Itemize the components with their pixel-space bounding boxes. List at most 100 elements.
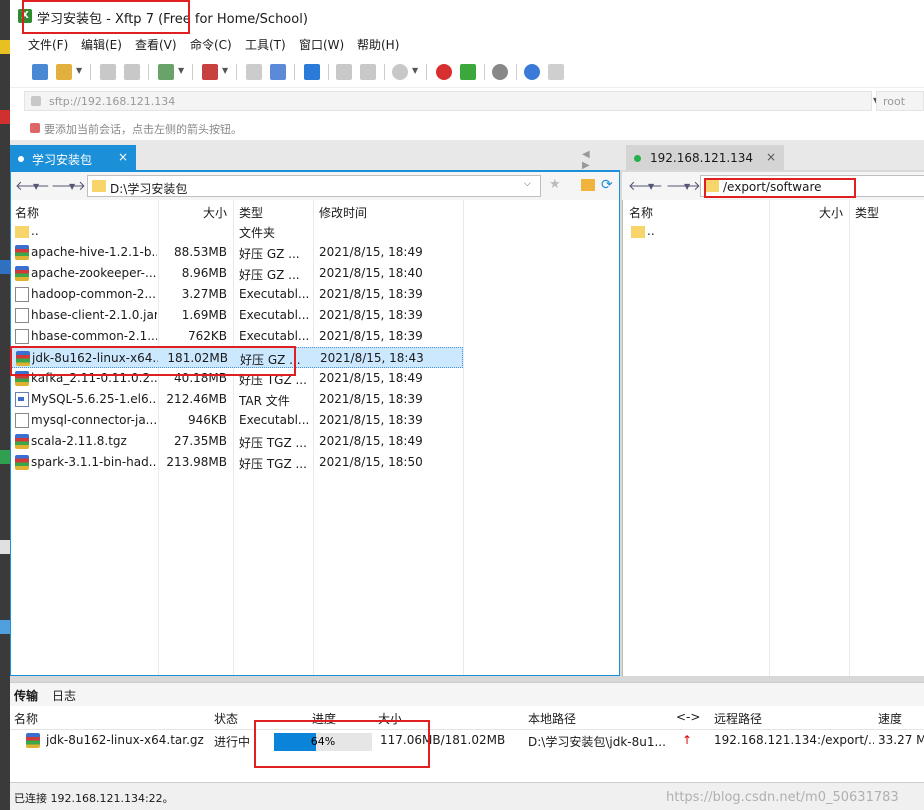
- file-size: 213.98MB: [166, 455, 227, 469]
- tab-local-folder[interactable]: 学习安装包 ×: [10, 145, 136, 170]
- tab-log[interactable]: 日志: [52, 687, 76, 704]
- connection-status-text: 已连接 192.168.121.134:22。: [14, 792, 174, 805]
- menu-window[interactable]: 窗口(W): [299, 36, 344, 53]
- column-header-modified[interactable]: 修改时间: [319, 204, 367, 221]
- chevron-down-icon[interactable]: ▼: [76, 66, 82, 75]
- file-name: hbase-client-2.1.0.jar: [31, 308, 157, 322]
- transfer-progress-bar: 64%: [274, 733, 372, 751]
- back-arrow-icon[interactable]: 🡐: [628, 178, 663, 194]
- chevron-down-icon[interactable]: ▼: [684, 182, 690, 191]
- table-row[interactable]: MySQL-5.6.25-1.el6.... 212.46MB TAR 文件 2021…: [11, 389, 463, 410]
- table-row[interactable]: spark-3.1.1-bin-had... 213.98MB 好压 TGZ ...…: [11, 452, 463, 473]
- column-header-type[interactable]: 类型: [239, 204, 263, 221]
- open-folder-icon[interactable]: [56, 64, 72, 80]
- column-header-name[interactable]: 名称: [15, 204, 39, 221]
- tab-scroll-arrows[interactable]: ◀ ▶: [582, 149, 622, 171]
- menu-command[interactable]: 命令(C): [190, 36, 232, 53]
- chevron-down-icon[interactable]: ▼: [178, 66, 184, 75]
- file-type: 文件夹: [239, 226, 276, 240]
- column-header-size[interactable]: 大小: [378, 710, 402, 727]
- column-header-speed[interactable]: 速度: [878, 710, 902, 727]
- username-input[interactable]: root: [876, 91, 924, 111]
- toolbar-separator: [192, 64, 193, 80]
- file-type: 好压 TGZ ...: [239, 436, 307, 450]
- chevron-down-icon[interactable]: ▼: [412, 66, 418, 75]
- xshell-icon[interactable]: [436, 64, 452, 80]
- xftp-icon[interactable]: [460, 64, 476, 80]
- properties-icon[interactable]: [246, 64, 262, 80]
- toolbar-separator: [484, 64, 485, 80]
- new-folder-icon[interactable]: [158, 64, 174, 80]
- transfer-icon[interactable]: [270, 64, 286, 80]
- remote-path-value: /export/software: [723, 180, 822, 194]
- table-row[interactable]: hadoop-common-2... 3.27MB Executabl... 2021…: [11, 284, 463, 305]
- menu-view[interactable]: 查看(V): [135, 36, 177, 53]
- column-header-remote-path[interactable]: 远程路径: [714, 710, 762, 727]
- menu-file[interactable]: 文件(F): [28, 36, 68, 53]
- address-bar: sftp://192.168.121.134 ▼ root: [10, 88, 924, 114]
- file-size: 1.69MB: [181, 308, 227, 322]
- table-row[interactable]: .. 文件夹: [11, 221, 463, 242]
- file-file-icon: [15, 329, 29, 344]
- tab-remote-session[interactable]: 192.168.121.134 ×: [626, 145, 784, 170]
- remote-file-list: 名称 大小 类型 ..: [622, 200, 924, 676]
- chevron-down-icon[interactable]: ▼: [69, 182, 75, 191]
- connect-icon[interactable]: [100, 64, 116, 80]
- transfer-speed: 33.27 M: [878, 733, 924, 747]
- column-header-size[interactable]: 大小: [203, 204, 227, 221]
- host-address-input[interactable]: sftp://192.168.121.134 ▼: [24, 91, 879, 111]
- chevron-down-icon[interactable]: ⌵: [524, 179, 531, 189]
- toolbar-separator: [236, 64, 237, 80]
- column-header-size[interactable]: 大小: [819, 204, 843, 221]
- column-header-name[interactable]: 名称: [629, 204, 653, 221]
- disconnect-icon[interactable]: [124, 64, 140, 80]
- chevron-down-icon[interactable]: ▼: [222, 66, 228, 75]
- file-size: 3.27MB: [181, 287, 227, 301]
- globe-icon[interactable]: [392, 64, 408, 80]
- table-row[interactable]: scala-2.11.8.tgz 27.35MB 好压 TGZ ... 2021/8/…: [11, 431, 463, 452]
- column-header-status[interactable]: 状态: [214, 710, 238, 727]
- table-row[interactable]: hbase-common-2.1... 762KB Executabl... 2021…: [11, 326, 463, 347]
- gear-icon[interactable]: [492, 64, 508, 80]
- table-row[interactable]: kafka_2.11-0.11.0.2... 40.18MB 好压 TGZ ... 2…: [11, 368, 463, 389]
- file-type: Executabl...: [239, 308, 309, 322]
- table-row[interactable]: hbase-client-2.1.0.jar 1.69MB Executabl...…: [11, 305, 463, 326]
- sync-arrows-icon[interactable]: [304, 64, 320, 80]
- paste-icon[interactable]: [360, 64, 376, 80]
- chat-icon[interactable]: [548, 64, 564, 80]
- star-icon[interactable]: ★: [549, 177, 561, 192]
- list-item[interactable]: ..: [623, 221, 769, 242]
- terminal-icon[interactable]: [202, 64, 218, 80]
- new-session-icon[interactable]: [32, 64, 48, 80]
- column-header-local-path[interactable]: 本地路径: [528, 710, 576, 727]
- copy-icon[interactable]: [336, 64, 352, 80]
- open-folder-icon[interactable]: [581, 179, 595, 191]
- transfer-row[interactable]: jdk-8u162-linux-x64.tar.gz 进行中 64% 117.0…: [10, 730, 924, 754]
- table-row[interactable]: apache-hive-1.2.1-b... 88.53MB 好压 GZ ... 20…: [11, 242, 463, 263]
- table-row[interactable]: jdk-8u162-linux-x64... 181.02MB 好压 GZ ... 2…: [11, 347, 463, 368]
- close-icon[interactable]: ×: [766, 150, 776, 164]
- bookmark-icon[interactable]: [30, 123, 40, 133]
- remote-path-input[interactable]: /export/software: [700, 175, 924, 197]
- table-row[interactable]: mysql-connector-ja... 946KB Executabl... 20…: [11, 410, 463, 431]
- file-type: 好压 TGZ ...: [239, 457, 307, 471]
- tab-status-dot: [18, 156, 24, 162]
- local-path-input[interactable]: D:\学习安装包 ⌵: [87, 175, 541, 197]
- local-file-list: 名称 大小 类型 修改时间 .. 文件夹 apache-hive-1.2.1-b..…: [10, 200, 620, 676]
- file-type: 好压 GZ ...: [240, 353, 301, 367]
- menu-edit[interactable]: 编辑(E): [81, 36, 122, 53]
- menu-help[interactable]: 帮助(H): [357, 36, 399, 53]
- column-header-name[interactable]: 名称: [14, 710, 38, 727]
- refresh-icon[interactable]: ⟳: [601, 177, 613, 193]
- chevron-down-icon[interactable]: ▼: [648, 182, 654, 191]
- column-header-type[interactable]: 类型: [855, 204, 879, 221]
- tab-transfer[interactable]: 传输: [14, 687, 38, 704]
- column-header-direction[interactable]: <->: [676, 710, 700, 724]
- toolbar-separator: [328, 64, 329, 80]
- help-icon[interactable]: [524, 64, 540, 80]
- column-header-progress[interactable]: 进度: [312, 710, 336, 727]
- table-row[interactable]: apache-zookeeper-... 8.96MB 好压 GZ ... 2021/…: [11, 263, 463, 284]
- close-icon[interactable]: ×: [118, 150, 128, 164]
- menu-tools[interactable]: 工具(T): [245, 36, 286, 53]
- chevron-down-icon[interactable]: ▼: [33, 182, 39, 191]
